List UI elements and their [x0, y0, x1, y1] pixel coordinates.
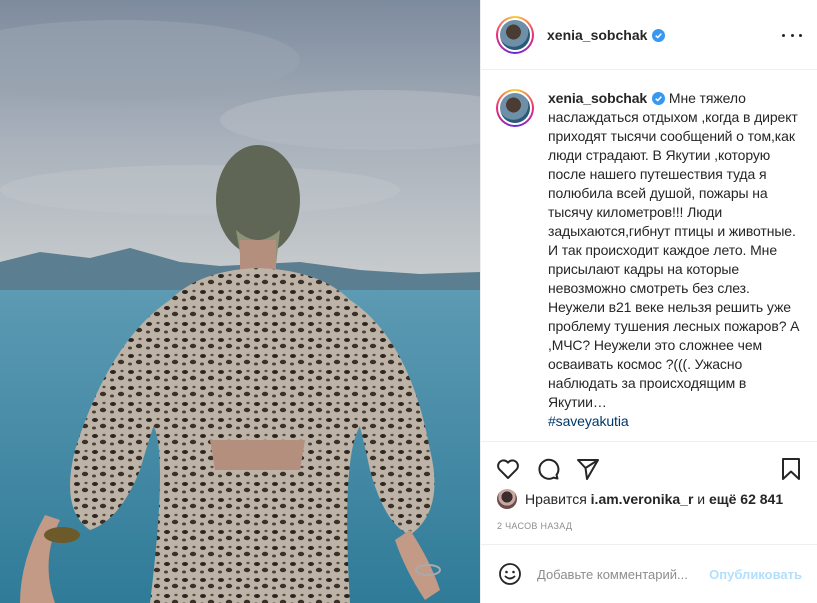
author-username[interactable]: xenia_sobchak — [547, 27, 666, 43]
caption-username[interactable]: xenia_sobchak — [548, 90, 666, 106]
caption-body: Мне тяжело наслаждаться отдыхом ,когда в… — [548, 90, 800, 410]
comment-form: Опубликовать — [481, 544, 817, 603]
post-header: xenia_sobchak — [481, 0, 817, 70]
caption-hashtag[interactable]: #saveyakutia — [548, 413, 629, 429]
publish-button[interactable]: Опубликовать — [709, 567, 802, 582]
more-options-icon[interactable] — [782, 27, 802, 43]
smiley-icon[interactable] — [497, 561, 523, 587]
comment-input[interactable] — [537, 566, 707, 582]
liker-avatar[interactable] — [497, 489, 517, 509]
author-avatar[interactable] — [496, 15, 534, 54]
heart-icon[interactable] — [495, 456, 521, 482]
comment-icon[interactable] — [535, 456, 561, 482]
posted-time[interactable]: 2 ЧАСОВ НАЗАД — [497, 521, 572, 531]
verified-badge-icon — [652, 92, 666, 105]
verified-badge-icon — [652, 28, 666, 42]
likes-summary: Нравится i.am.veronika_r и ещё 62 841 — [497, 489, 783, 509]
post-photo[interactable] — [0, 0, 480, 603]
caption-section: xenia_sobchak Мне тяжело наслаждаться от… — [481, 71, 817, 441]
post-details-panel: xenia_sobchak xenia_sobchak Мне тяжело н… — [480, 0, 817, 603]
caption-author-avatar[interactable] — [496, 89, 534, 127]
photo-illustration — [0, 0, 480, 603]
bookmark-icon[interactable] — [778, 456, 804, 482]
likes-joiner: и — [697, 491, 706, 507]
paper-plane-icon[interactable] — [575, 456, 601, 482]
likes-prefix: Нравится — [525, 491, 587, 507]
caption-text: xenia_sobchak Мне тяжело наслаждаться от… — [548, 89, 802, 441]
likes-count[interactable]: ещё 62 841 — [709, 491, 783, 507]
liker-username[interactable]: i.am.veronika_r — [591, 491, 694, 507]
